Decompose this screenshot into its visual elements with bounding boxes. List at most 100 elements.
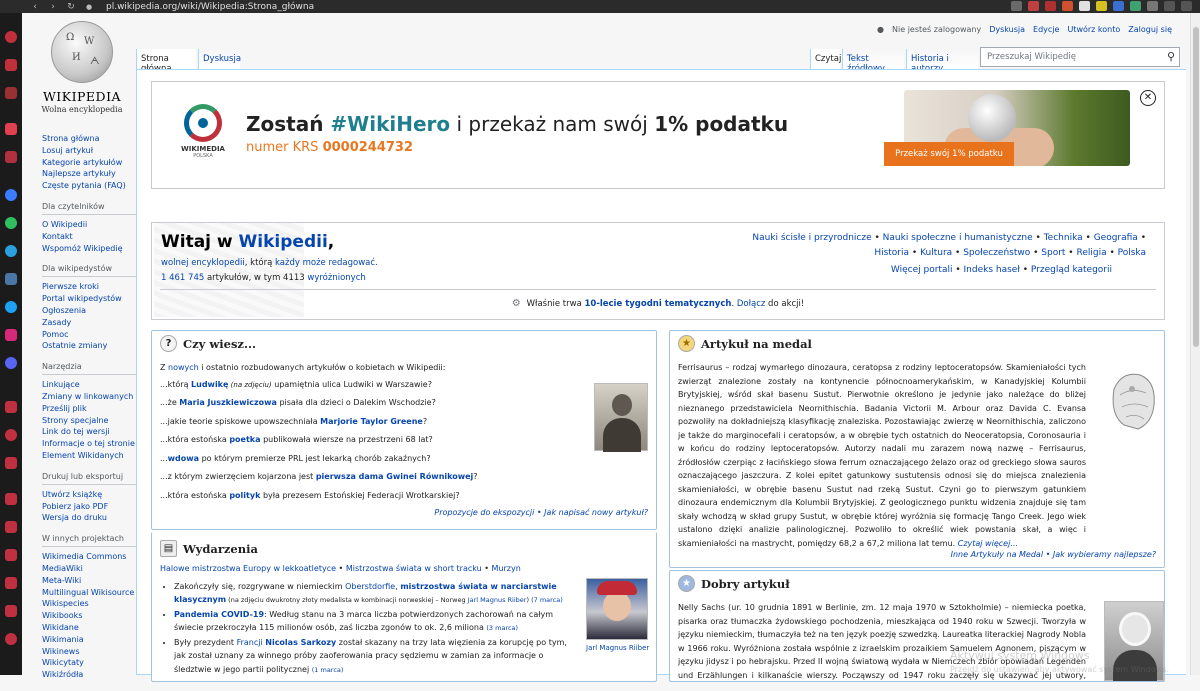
dyk-link[interactable]: Ludwikę (191, 380, 228, 389)
sidebar-item-link[interactable]: Wikimedia Commons (42, 551, 142, 563)
dock-icon[interactable] (5, 429, 17, 441)
sidebar-item-link[interactable]: Multilingual Wikisource (42, 587, 142, 599)
dyk-link[interactable]: polityk (229, 491, 260, 500)
sidebar-item-link[interactable]: Strony specjalne (42, 415, 142, 427)
tab-history[interactable]: Historia i autorzy (906, 49, 978, 74)
sidebar-item-link[interactable]: Informacje o tej stronie (42, 438, 142, 450)
dock-icon[interactable] (5, 493, 17, 505)
close-icon[interactable]: ✕ (1140, 90, 1156, 106)
dyk-link[interactable]: wdowa (168, 454, 199, 463)
dock-icon[interactable] (5, 87, 17, 99)
dyk-link[interactable]: pierwsza dama Gwinei Równikowej (316, 472, 473, 481)
discord-icon[interactable] (5, 357, 17, 369)
sidebar-item-link[interactable]: Pobierz jako PDF (42, 501, 142, 513)
portal-index-link[interactable]: Więcej portali (891, 265, 953, 275)
sidebar-item-link[interactable]: Wikinews (42, 646, 142, 658)
whatsapp-icon[interactable] (5, 217, 17, 229)
sidebar-item-link[interactable]: Wikidane (42, 622, 142, 634)
sidebar-item-link[interactable]: Wikimania (42, 634, 142, 646)
sidebar-item-link[interactable]: Ostatnie zmiany (42, 340, 142, 352)
riiber-caption[interactable]: Jarl Magnus Riiber (586, 644, 656, 652)
event-topic-link[interactable]: Mistrzostwa świata w short tracku (346, 564, 482, 573)
sidebar-item-link[interactable]: Pierwsze kroki (42, 281, 142, 293)
portal-link[interactable]: Kultura (920, 248, 952, 258)
tab-view-source[interactable]: Tekst źródłowy (842, 49, 904, 74)
portal-link[interactable]: Geografia (1094, 233, 1138, 243)
search-icon[interactable]: ⚲ (1167, 50, 1175, 63)
dock-icon[interactable] (5, 151, 17, 163)
page-scrollbar[interactable] (1190, 13, 1200, 675)
dyk-link[interactable]: Marjorie Taylor Greene (320, 417, 423, 426)
sidebar-item-link[interactable]: Wspomóż Wikipedię (42, 243, 142, 255)
sidebar-item-link[interactable]: Wikicytaty (42, 657, 142, 669)
extension-icon[interactable] (1045, 1, 1056, 11)
dock-icon[interactable] (5, 549, 17, 561)
extension-icon[interactable] (1062, 1, 1073, 11)
sidebar-item-link[interactable]: Losuj artykuł (42, 145, 142, 157)
personal-contributions-link[interactable]: Edycje (1033, 25, 1059, 34)
sidebar-item-link[interactable]: O Wikipedii (42, 219, 142, 231)
sidebar-item-link[interactable]: Link do tej wersji (42, 426, 142, 438)
portal-link[interactable]: Technika (1044, 233, 1083, 243)
extension-icon[interactable] (1079, 1, 1090, 11)
dock-icon[interactable] (5, 605, 17, 617)
sidebar-item-link[interactable]: Najlepsze artykuły (42, 168, 142, 180)
sidebar-item-link[interactable]: Prześlij plik (42, 403, 142, 415)
sidebar-item-link[interactable]: Częste pytania (FAQ) (42, 180, 142, 192)
event-topic-link[interactable]: Murzyn (492, 564, 521, 573)
address-bar[interactable]: pl.wikipedia.org/wiki/Wikipedia:Strona_g… (106, 2, 314, 12)
sidebar-item-link[interactable]: Wersja do druku (42, 512, 142, 524)
event-link[interactable]: Jarl Magnus Riiber (468, 596, 527, 604)
sidebar-item-link[interactable]: Meta-Wiki (42, 575, 142, 587)
sidebar-item-link[interactable]: Ogłoszenia (42, 305, 142, 317)
portal-link[interactable]: Polska (1118, 248, 1146, 258)
sidebar-item-link[interactable]: Kontakt (42, 231, 142, 243)
wikipedia-logo[interactable]: Ω W И ᗅ WIKIPEDIA Wolna encyklopedia (32, 21, 132, 114)
twitter-icon[interactable] (5, 301, 17, 313)
sidebar-item-link[interactable]: Strona główna (42, 133, 142, 145)
article-count-link[interactable]: 1 461 745 (161, 273, 204, 283)
download-icon[interactable] (1164, 1, 1175, 11)
create-account-link[interactable]: Utwórz konto (1067, 25, 1120, 34)
reload-button[interactable]: ↻ (62, 2, 80, 12)
dock-icon[interactable] (5, 457, 17, 469)
read-more-link[interactable]: Czytaj więcej… (958, 539, 1019, 548)
donate-button[interactable]: Przekaż swój 1% podatku (884, 142, 1014, 166)
thematic-weeks-link[interactable]: 10-lecie tygodni tematycznych (584, 299, 731, 309)
caption-link[interactable]: Jarl Magnus Riiber (586, 644, 649, 652)
dyk-link[interactable]: Maria Juszkiewiczowa (179, 398, 277, 407)
instagram-icon[interactable] (5, 329, 17, 341)
extension-icon[interactable] (1096, 1, 1107, 11)
portal-index-link[interactable]: Przegląd kategorii (1031, 265, 1112, 275)
sidebar-item-link[interactable]: Zasady (42, 317, 142, 329)
date-link[interactable]: (1 marca) (312, 666, 344, 674)
sidebar-item-link[interactable]: MediaWiki (42, 563, 142, 575)
featured-links[interactable]: Inne Artykuły na Medal • Jak wybieramy n… (943, 548, 1164, 561)
event-topic-link[interactable]: Halowe mistrzostwa Europy w lekkoatletyc… (160, 564, 336, 573)
new-articles-link[interactable]: nowych (168, 363, 199, 372)
portal-link[interactable]: Społeczeństwo (963, 248, 1030, 258)
dyk-link[interactable]: poetka (229, 435, 260, 444)
extension-icon[interactable] (1028, 1, 1039, 11)
extension-icon[interactable] (1113, 1, 1124, 11)
event-link[interactable]: Pandemia COVID-19 (174, 610, 264, 619)
date-link[interactable]: (7 marca) (531, 596, 563, 604)
extension-icon[interactable] (1147, 1, 1158, 11)
event-link[interactable]: Nicolas Sarkozy (265, 638, 336, 647)
sidebar-item-link[interactable]: Kategorie artykułów (42, 157, 142, 169)
portal-link[interactable]: Nauki ścisłe i przyrodnicze (752, 233, 871, 243)
tab-talk[interactable]: Dyskusja (198, 49, 241, 69)
portal-index-link[interactable]: Indeks haseł (964, 265, 1020, 275)
sidebar-item-link[interactable]: Wikibooks (42, 610, 142, 622)
date-link[interactable]: (3 marca) (486, 624, 518, 632)
portal-link[interactable]: Nauki społeczne i humanistyczne (883, 233, 1033, 243)
featured-link[interactable]: wyróżnionych (307, 273, 365, 283)
free-encyclopedia-link[interactable]: wolnej encyklopedii (161, 258, 245, 268)
portal-link[interactable]: Historia (874, 248, 909, 258)
anyone-can-edit-link[interactable]: każdy może redagować (275, 258, 375, 268)
messenger-icon[interactable] (5, 189, 17, 201)
sidebar-item-link[interactable]: Zmiany w linkowanych (42, 391, 142, 403)
sidebar-item-link[interactable]: Portal wikipedystów (42, 293, 142, 305)
event-link[interactable]: Oberstdorfie (345, 582, 395, 591)
menu-icon[interactable] (1181, 1, 1192, 11)
